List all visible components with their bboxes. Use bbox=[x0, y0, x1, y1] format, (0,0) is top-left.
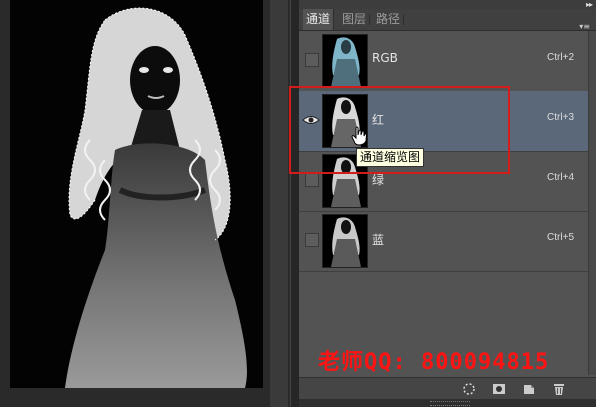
panel-bottom-toolbar bbox=[299, 377, 596, 400]
panel-header-strip: ▸▸ bbox=[299, 0, 596, 9]
inverted-portrait-image bbox=[65, 7, 247, 388]
panel-vertical-scrollbar[interactable] bbox=[588, 31, 596, 375]
panel-tab-bar: 通道 图层 路径 ▾≡ bbox=[299, 9, 596, 31]
panel-menu-icon[interactable]: ▾≡ bbox=[579, 22, 590, 31]
document-image[interactable] bbox=[10, 0, 263, 388]
channel-shortcut: Ctrl+4 bbox=[547, 172, 574, 183]
save-mask-icon[interactable] bbox=[492, 382, 506, 396]
channel-shortcut: Ctrl+5 bbox=[547, 232, 574, 243]
blue-thumbnail-image bbox=[331, 217, 361, 267]
channel-thumbnail[interactable] bbox=[322, 214, 368, 268]
load-selection-icon[interactable] bbox=[462, 382, 476, 396]
rgb-thumbnail-image bbox=[331, 37, 361, 87]
visibility-toggle[interactable] bbox=[305, 233, 319, 247]
visibility-toggle[interactable] bbox=[305, 53, 319, 67]
channel-row-blue[interactable]: 蓝 Ctrl+5 bbox=[299, 211, 588, 272]
visibility-toggle[interactable] bbox=[305, 173, 319, 187]
channel-row-rgb[interactable]: RGB Ctrl+2 bbox=[299, 31, 588, 92]
resize-grip[interactable] bbox=[430, 401, 470, 406]
tab-separator bbox=[369, 14, 370, 25]
thumbnail-tooltip: 通道缩览图 bbox=[356, 148, 425, 167]
channel-name: 蓝 bbox=[372, 233, 385, 247]
trash-icon[interactable] bbox=[552, 382, 566, 396]
channel-name: RGB bbox=[372, 51, 398, 65]
channel-thumbnail[interactable] bbox=[322, 34, 368, 88]
tab-channels[interactable]: 通道 bbox=[303, 9, 335, 30]
document-canvas-area[interactable] bbox=[0, 0, 290, 407]
hand-cursor-icon bbox=[351, 126, 368, 146]
watermark-text: 老师QQ: 800094815 bbox=[318, 350, 550, 375]
canvas-vertical-scrollbar[interactable] bbox=[270, 0, 288, 407]
collapse-arrows-icon[interactable]: ▸▸ bbox=[586, 0, 593, 9]
channel-shortcut: Ctrl+2 bbox=[547, 52, 574, 63]
channel-shortcut: Ctrl+3 bbox=[547, 112, 574, 123]
tab-separator bbox=[403, 14, 404, 25]
tab-paths[interactable]: 路径 bbox=[373, 9, 403, 30]
new-channel-icon[interactable] bbox=[522, 382, 536, 396]
panel-divider[interactable] bbox=[290, 0, 299, 407]
tab-layers[interactable]: 图层 bbox=[339, 9, 369, 30]
